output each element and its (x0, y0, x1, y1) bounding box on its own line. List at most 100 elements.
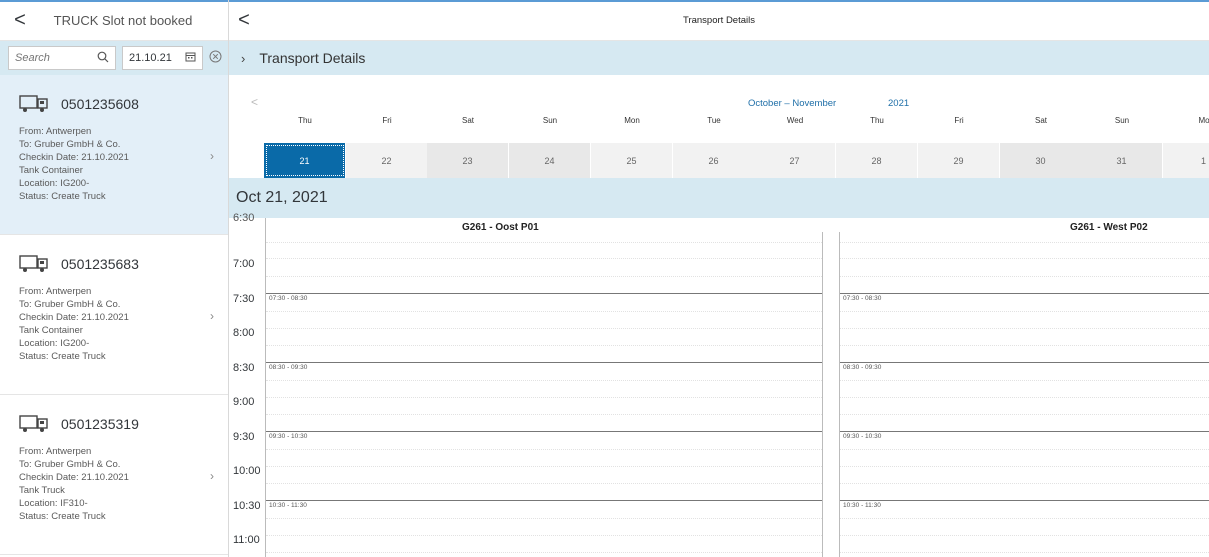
status-text: Status: Create Truck (19, 511, 106, 522)
grid-line (840, 328, 1209, 329)
schedule-view: 6:30 7:00 7:30 8:00 8:30 9:00 9:30 10:00 10:30 1… (229, 212, 1209, 557)
grid-line (840, 345, 1209, 346)
detail-back-button[interactable]: < (229, 0, 259, 41)
slot-divider (266, 500, 822, 501)
grid-line (266, 258, 822, 259)
slot-divider (840, 431, 1209, 432)
calendar-year-button[interactable]: 2021 (888, 98, 909, 109)
to-text: To: Gruber GmbH & Co. (19, 139, 121, 150)
back-button[interactable]: < (0, 0, 40, 41)
truck-icon (19, 94, 49, 114)
detail-header: < Transport Details (229, 0, 1209, 41)
calendar-day[interactable]: 31 (1081, 143, 1163, 178)
column-title: G261 - West P02 (1070, 222, 1148, 233)
search-input[interactable] (15, 52, 97, 64)
time-slot[interactable]: 10:30 - 11:30 (269, 502, 307, 509)
slot-divider (266, 293, 822, 294)
grid-line (266, 414, 822, 415)
list-item[interactable]: 0501235608 From: Antwerpen To: Gruber Gm… (0, 75, 228, 235)
slot-divider (840, 362, 1209, 363)
grid-line (266, 345, 822, 346)
transport-number: 0501235608 (61, 96, 139, 112)
checkin-text: Checkin Date: 21.10.2021 (19, 312, 129, 323)
calendar-day-name: Sun (542, 116, 558, 125)
calendar-day[interactable]: 28 (836, 143, 918, 178)
time-slot[interactable]: 07:30 - 08:30 (843, 295, 881, 302)
calendar-day[interactable]: 23 (427, 143, 509, 178)
calendar-day[interactable]: 25 (591, 143, 673, 178)
column-separator[interactable] (822, 232, 840, 557)
calendar-month-button[interactable]: October – November (748, 98, 836, 109)
calendar-header: < October – November 2021 (229, 75, 1209, 120)
calendar-days-row: 21 22 23 24 25 26 27 28 29 30 31 1 (241, 143, 1209, 178)
grid-line (266, 276, 822, 277)
master-header: < TRUCK Slot not booked (0, 0, 228, 41)
grid-line (266, 311, 822, 312)
to-text: To: Gruber GmbH & Co. (19, 299, 121, 310)
calendar-day[interactable]: 30 (1000, 143, 1082, 178)
type-text: Tank Container (19, 165, 83, 176)
location-text: Location: IG200- (19, 338, 90, 349)
type-text: Tank Truck (19, 485, 65, 496)
date-filter-field[interactable]: 21.10.21 (122, 46, 203, 70)
time-slot[interactable]: 09:30 - 10:30 (269, 433, 307, 440)
time-slot[interactable]: 10:30 - 11:30 (843, 502, 881, 509)
from-text: From: Antwerpen (19, 126, 92, 137)
slot-divider (840, 500, 1209, 501)
grid-line (840, 311, 1209, 312)
time-slot[interactable]: 08:30 - 09:30 (843, 364, 881, 371)
chevron-right-icon: › (210, 309, 214, 323)
search-field[interactable] (8, 46, 116, 70)
calendar-day[interactable]: 24 (509, 143, 591, 178)
grid-line (840, 276, 1209, 277)
calendar-day[interactable]: 21 (264, 143, 346, 178)
search-icon[interactable] (97, 51, 109, 66)
transport-details-toggle[interactable]: › Transport Details (229, 41, 1209, 75)
time-label: 10:30 (233, 500, 261, 512)
calendar-day[interactable]: 27 (754, 143, 836, 178)
chevron-left-icon: < (14, 8, 26, 31)
master-list-panel: < TRUCK Slot not booked 21.10.21 (0, 0, 229, 557)
time-label: 9:30 (233, 431, 255, 443)
grid-line (266, 483, 822, 484)
grid-line (266, 552, 822, 553)
grid-line (266, 380, 822, 381)
calendar-day[interactable]: 29 (918, 143, 1000, 178)
calendar-day[interactable]: 22 (346, 143, 428, 178)
cut-time-label: 6:30 (233, 212, 255, 224)
transport-number: 0501235319 (61, 416, 139, 432)
section-label: Transport Details (259, 50, 366, 66)
app-root: < TRUCK Slot not booked 21.10.21 (0, 0, 1209, 557)
checkin-text: Checkin Date: 21.10.2021 (19, 472, 129, 483)
time-slot[interactable]: 07:30 - 08:30 (269, 295, 307, 302)
grid-line (840, 518, 1209, 519)
master-title: TRUCK Slot not booked (53, 12, 193, 28)
grid-line (266, 328, 822, 329)
calendar-prev-button[interactable]: < (251, 95, 258, 109)
calendar-day[interactable]: 26 (673, 143, 755, 178)
calendar-day-names: Thu Fri Sat Sun Mon Tue Wed Thu Fri Sat Sun Mo (229, 116, 1209, 130)
schedule-column-oost: G261 - Oost P01 07:30 - 08:30 08:30 - 09:… (265, 218, 822, 557)
chevron-right-icon: › (210, 469, 214, 483)
list-item[interactable]: 0501235683 From: Antwerpen To: Gruber Gm… (0, 235, 228, 395)
page-title: Transport Details (683, 14, 755, 26)
calendar-icon[interactable] (185, 51, 196, 65)
grid-line (266, 466, 822, 467)
calendar-day-name: Mon (624, 116, 640, 125)
truck-icon (19, 414, 49, 434)
grid-line (840, 466, 1209, 467)
grid-line (266, 449, 822, 450)
location-text: Location: IG200- (19, 178, 90, 189)
clear-icon[interactable] (209, 50, 222, 66)
list-item[interactable]: 0501235319 From: Antwerpen To: Gruber Gm… (0, 395, 228, 555)
time-label: 11:00 (233, 534, 260, 546)
time-label: 8:30 (233, 362, 255, 374)
time-slot[interactable]: 09:30 - 10:30 (843, 433, 881, 440)
grid-line (840, 483, 1209, 484)
time-slot[interactable]: 08:30 - 09:30 (269, 364, 307, 371)
schedule-column-west: G261 - West P02 07:30 - 08:30 08:30 - 09:… (840, 218, 1209, 557)
slot-divider (840, 293, 1209, 294)
calendar-day[interactable]: 1 (1163, 143, 1209, 178)
date-filter-value: 21.10.21 (129, 52, 172, 64)
grid-line (840, 242, 1209, 243)
